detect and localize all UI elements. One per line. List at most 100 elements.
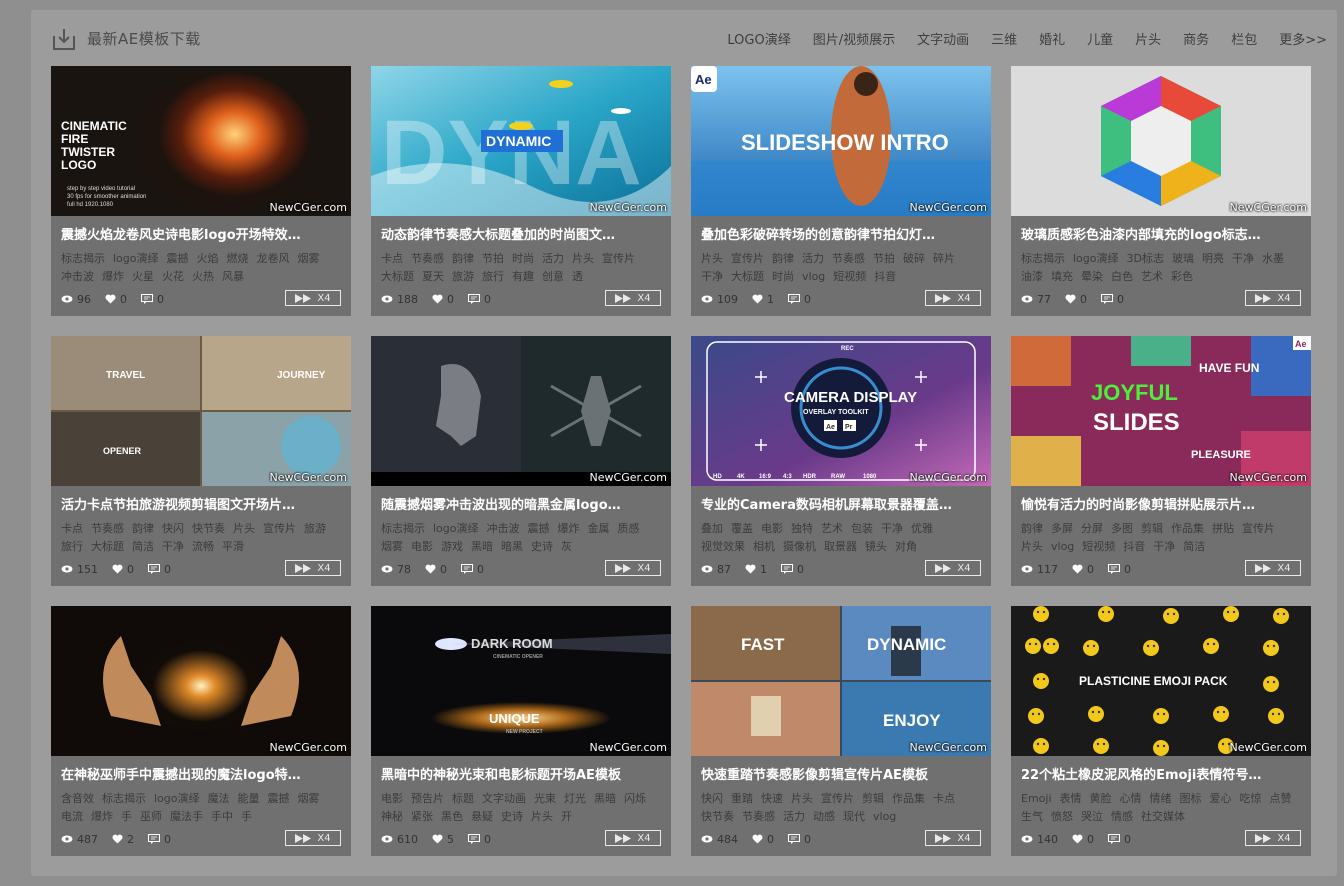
template-card[interactable]: NewCGer.com 随震撼烟雾冲击波出现的暗黑金属logo… 标志揭示 log… <box>371 336 671 586</box>
preview-speed-button[interactable]: X4 <box>1245 560 1301 576</box>
comments-stat[interactable]: 0 <box>141 293 164 306</box>
tag-link[interactable]: 哭泣 <box>1081 810 1103 823</box>
tag-link[interactable]: 灯光 <box>564 792 586 805</box>
likes-stat[interactable]: 0 <box>425 563 447 576</box>
tag-link[interactable]: 质感 <box>618 522 640 535</box>
card-title[interactable]: 愉悦有活力的时尚影像剪辑拼贴展示片… <box>1021 494 1301 513</box>
tag-link[interactable]: 手 <box>121 810 132 823</box>
tag-link[interactable]: 电影 <box>411 540 433 553</box>
tag-link[interactable]: 快节奏 <box>701 810 734 823</box>
tag-link[interactable]: 快节奏 <box>192 522 225 535</box>
template-card[interactable]: DARK ROOM CINEMATIC OPENER UNIQUE NEW PROJ… <box>371 606 671 856</box>
template-card[interactable]: FAST DYNAMIC ENJOY NewCGer.com 快速重踏节奏感影像剪辑… <box>691 606 991 856</box>
nav-logo[interactable]: LOGO演绎 <box>727 29 790 48</box>
tag-link[interactable]: 快闪 <box>162 522 184 535</box>
tag-link[interactable]: 手 <box>241 810 252 823</box>
likes-stat[interactable]: 2 <box>112 833 134 846</box>
nav-kids[interactable]: 儿童 <box>1087 29 1113 48</box>
tag-link[interactable]: 快速 <box>761 792 783 805</box>
nav-wedding[interactable]: 婚礼 <box>1039 29 1065 48</box>
tag-link[interactable]: 简洁 <box>132 540 154 553</box>
tag-link[interactable]: 文字动画 <box>482 792 526 805</box>
tag-link[interactable]: 黑色 <box>441 810 463 823</box>
tag-link[interactable]: 碎片 <box>933 252 955 265</box>
tag-link[interactable]: 爆炸 <box>558 522 580 535</box>
card-title[interactable]: 黑暗中的神秘光束和电影标题开场AE模板 <box>381 764 661 783</box>
tag-link[interactable]: 剪辑 <box>1141 522 1163 535</box>
comments-stat[interactable]: 0 <box>461 563 484 576</box>
tag-link[interactable]: 片头 <box>572 252 594 265</box>
tag-link[interactable]: 晕染 <box>1081 270 1103 283</box>
tag-link[interactable]: 冲击波 <box>61 270 94 283</box>
preview-speed-button[interactable]: X4 <box>605 830 661 846</box>
template-card[interactable]: DYNA DYNAMIC NewCGer.com 动态韵律节奏感大标题叠加的时尚… <box>371 66 671 316</box>
tag-link[interactable]: 独特 <box>791 522 813 535</box>
likes-stat[interactable]: 0 <box>1072 563 1094 576</box>
preview-speed-button[interactable]: X4 <box>1245 290 1301 306</box>
tag-link[interactable]: 黑暗 <box>594 792 616 805</box>
tag-link[interactable]: 社交媒体 <box>1141 810 1185 823</box>
likes-stat[interactable]: 1 <box>752 293 774 306</box>
tag-link[interactable]: 夏天 <box>422 270 444 283</box>
tag-link[interactable]: 火焰 <box>197 252 219 265</box>
template-card[interactable]: NewCGer.com 玻璃质感彩色油漆内部填充的logo标志… 标志揭示 log… <box>1011 66 1311 316</box>
tag-link[interactable]: 干净 <box>701 270 723 283</box>
tag-link[interactable]: 标题 <box>452 792 474 805</box>
tag-link[interactable]: 标志揭示 <box>102 792 146 805</box>
card-title[interactable]: 随震撼烟雾冲击波出现的暗黑金属logo… <box>381 494 661 513</box>
card-thumbnail[interactable]: NewCGer.com <box>371 336 671 486</box>
nav-intro[interactable]: 片头 <box>1135 29 1161 48</box>
tag-link[interactable]: logo演绎 <box>1073 252 1119 265</box>
card-thumbnail[interactable]: Ae SLIDESHOW INTRO NewCGer.com <box>691 66 991 216</box>
tag-link[interactable]: 创意 <box>542 270 564 283</box>
comments-stat[interactable]: 0 <box>1108 833 1131 846</box>
card-title[interactable]: 22个粘土橡皮泥风格的Emoji表情符号… <box>1021 764 1301 783</box>
card-thumbnail[interactable]: NewCGer.com <box>51 606 351 756</box>
tag-link[interactable]: 卡点 <box>933 792 955 805</box>
nav-business[interactable]: 商务 <box>1183 29 1209 48</box>
tag-link[interactable]: 灰 <box>561 540 572 553</box>
tag-link[interactable]: 宣传片 <box>602 252 635 265</box>
tag-link[interactable]: 风暴 <box>222 270 244 283</box>
card-thumbnail[interactable]: CINEMATIC FIRE TWISTER LOGO step by step vi… <box>51 66 351 216</box>
tag-link[interactable]: 摄像机 <box>783 540 816 553</box>
tag-link[interactable]: 包装 <box>851 522 873 535</box>
tag-link[interactable]: 旅行 <box>482 270 504 283</box>
tag-link[interactable]: 节拍 <box>873 252 895 265</box>
card-title[interactable]: 活力卡点节拍旅游视频剪辑图文开场片… <box>61 494 341 513</box>
tag-link[interactable]: 活力 <box>783 810 805 823</box>
tag-link[interactable]: logo演绎 <box>113 252 159 265</box>
tag-link[interactable]: 作品集 <box>892 792 925 805</box>
card-title[interactable]: 快速重踏节奏感影像剪辑宣传片AE模板 <box>701 764 981 783</box>
tag-link[interactable]: 表情 <box>1060 792 1082 805</box>
tag-link[interactable]: logo演绎 <box>433 522 479 535</box>
comments-stat[interactable]: 0 <box>788 293 811 306</box>
tag-link[interactable]: 史诗 <box>531 540 553 553</box>
tag-link[interactable]: 大标题 <box>91 540 124 553</box>
tag-link[interactable]: 含音效 <box>61 792 94 805</box>
comments-stat[interactable]: 0 <box>468 293 491 306</box>
tag-link[interactable]: 对角 <box>895 540 917 553</box>
tag-link[interactable]: 剪辑 <box>862 792 884 805</box>
comments-stat[interactable]: 0 <box>781 563 804 576</box>
tag-link[interactable]: 活力 <box>802 252 824 265</box>
tag-link[interactable]: 节奏感 <box>91 522 124 535</box>
preview-speed-button[interactable]: X4 <box>925 560 981 576</box>
tag-link[interactable]: 能量 <box>238 792 260 805</box>
card-thumbnail[interactable]: DARK ROOM CINEMATIC OPENER UNIQUE NEW PROJ… <box>371 606 671 756</box>
tag-link[interactable]: 旅游 <box>452 270 474 283</box>
likes-stat[interactable]: 0 <box>752 833 774 846</box>
tag-link[interactable]: 透 <box>572 270 583 283</box>
tag-link[interactable]: 宣传片 <box>1242 522 1275 535</box>
tag-link[interactable]: 片头 <box>531 810 553 823</box>
template-card[interactable]: CINEMATIC FIRE TWISTER LOGO step by step vi… <box>51 66 351 316</box>
tag-link[interactable]: 巫师 <box>140 810 162 823</box>
tag-link[interactable]: 黄脸 <box>1090 792 1112 805</box>
tag-link[interactable]: 破碎 <box>903 252 925 265</box>
tag-link[interactable]: 动感 <box>813 810 835 823</box>
tag-link[interactable]: 手中 <box>211 810 233 823</box>
template-card[interactable]: TRAVEL JOURNEY OPENER NewCGer.com 活力卡点节拍旅游… <box>51 336 351 586</box>
tag-link[interactable]: 节奏感 <box>832 252 865 265</box>
tag-link[interactable]: vlog <box>802 270 825 283</box>
tag-link[interactable]: 快闪 <box>701 792 723 805</box>
